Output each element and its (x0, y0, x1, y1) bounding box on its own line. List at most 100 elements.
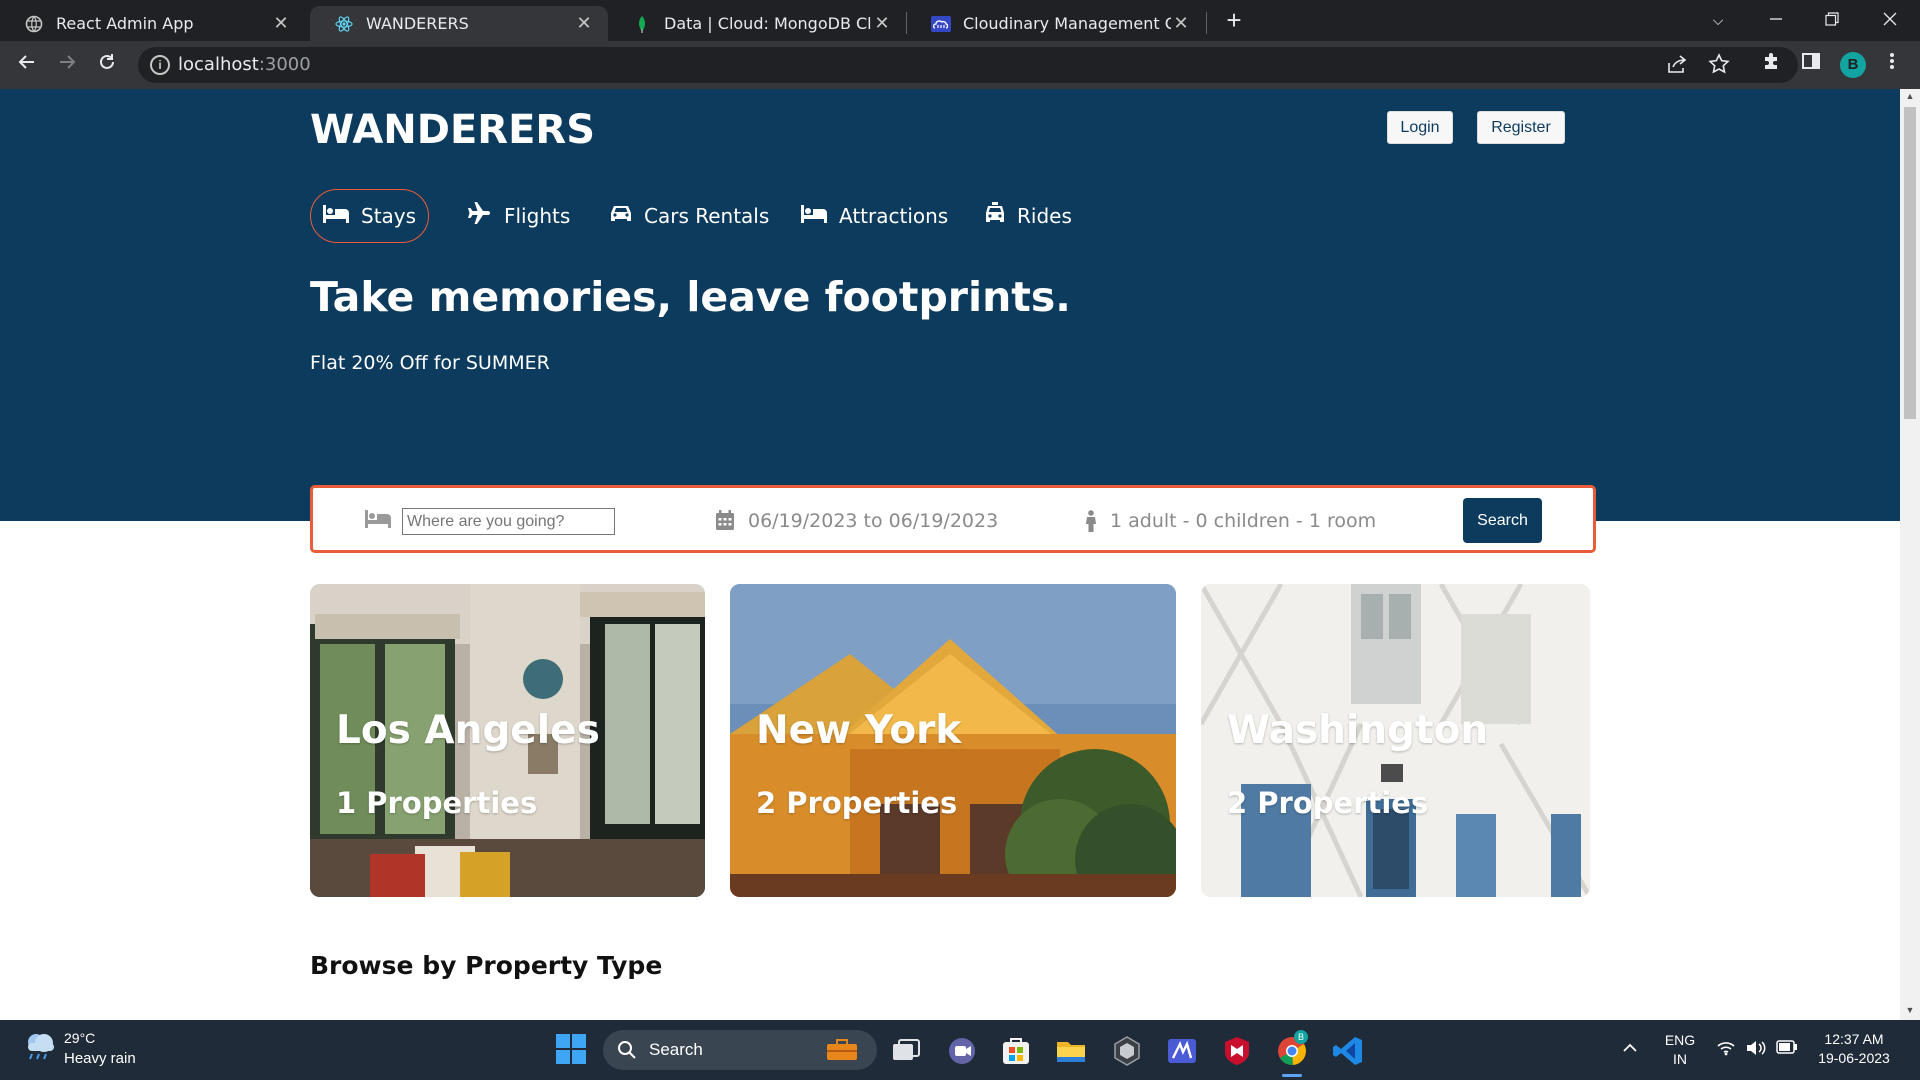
task-view-icon[interactable] (890, 1035, 922, 1067)
chrome-menu-icon[interactable] (1878, 51, 1906, 77)
nav-item-stays[interactable]: Stays (310, 189, 430, 243)
tab-title: Data | Cloud: MongoDB Cloud (664, 14, 872, 33)
mongodb-leaf-icon (632, 14, 652, 34)
search-icon (618, 1041, 636, 1059)
bookmark-star-icon[interactable] (1708, 53, 1730, 81)
wifi-icon[interactable] (1716, 1040, 1736, 1059)
bed-icon (801, 204, 827, 229)
close-tab-icon[interactable]: ✕ (1171, 13, 1191, 34)
share-icon[interactable] (1666, 53, 1688, 81)
side-panel-icon[interactable] (1797, 51, 1825, 77)
vscode-icon[interactable] (1332, 1035, 1364, 1067)
volume-icon[interactable] (1745, 1039, 1767, 1060)
mcafee-icon[interactable] (1221, 1035, 1253, 1067)
clock-date: 19-06-2023 (1818, 1050, 1890, 1066)
clock-time: 12:37 AM (1824, 1031, 1884, 1047)
register-button[interactable]: Register (1477, 111, 1565, 144)
hero-header: WANDERERS Login Register Stays Flights C… (0, 89, 1900, 521)
nav-item-rides[interactable]: Rides (985, 189, 1072, 243)
tab-title: Cloudinary Management Console (963, 14, 1171, 33)
tab-wanderers[interactable]: WANDERERS ✕ (310, 6, 608, 41)
site-logo[interactable]: WANDERERS (310, 107, 595, 153)
browse-by-property-type-heading: Browse by Property Type (310, 951, 663, 980)
file-explorer-icon[interactable] (1055, 1035, 1087, 1067)
scrollbar-thumb[interactable] (1904, 107, 1916, 419)
tray-overflow-chevron-icon[interactable] (1622, 1040, 1638, 1056)
bed-icon (365, 510, 391, 533)
featured-card-washington[interactable]: Washington 2 Properties (1201, 584, 1590, 897)
card-property-count: 2 Properties (1227, 786, 1429, 820)
taskbar-search-box[interactable]: Search (603, 1030, 877, 1070)
tab-react-admin-app[interactable]: React Admin App ✕ (0, 6, 305, 41)
scroll-up-arrow-icon[interactable]: ▲ (1900, 91, 1920, 101)
url-text: localhost:3000 (178, 54, 311, 75)
card-property-count: 1 Properties (336, 786, 538, 820)
tab-title: WANDERERS (366, 14, 469, 33)
taskbar-search-label: Search (649, 1040, 703, 1059)
chrome-profile-badge: B (1294, 1030, 1308, 1044)
microsoft-store-icon[interactable] (1000, 1035, 1032, 1067)
weather-widget[interactable]: 29°C Heavy rain (22, 1030, 136, 1067)
tab-separator (1206, 12, 1207, 34)
profile-avatar[interactable]: B (1840, 52, 1866, 78)
nav-item-label: Cars Rentals (644, 204, 770, 228)
back-arrow-icon[interactable] (12, 50, 42, 80)
car-icon (610, 203, 632, 229)
page-viewport: WANDERERS Login Register Stays Flights C… (0, 89, 1900, 1020)
app-hexagon-icon[interactable] (1111, 1035, 1143, 1067)
close-tab-icon[interactable]: ✕ (574, 13, 594, 34)
nav-item-car-rentals[interactable]: Cars Rentals (610, 189, 769, 243)
tab-mongodb-cloud[interactable]: Data | Cloud: MongoDB Cloud ✕ (608, 6, 906, 41)
login-button[interactable]: Login (1387, 111, 1453, 144)
new-tab-button[interactable]: + (1220, 6, 1248, 36)
windows-taskbar: 29°C Heavy rain Search B ENG IN 12:37 AM… (0, 1020, 1920, 1080)
nav-item-label: Stays (361, 204, 417, 228)
nav-item-label: Flights (504, 204, 571, 228)
language-indicator[interactable]: ENG IN (1662, 1032, 1698, 1067)
browser-tab-strip: React Admin App ✕ WANDERERS ✕ Data | Clo… (0, 0, 1920, 41)
calendar-icon (716, 510, 734, 535)
briefcase-icon (827, 1039, 857, 1060)
search-button[interactable]: Search (1463, 498, 1542, 543)
date-range-picker[interactable]: 06/19/2023 to 06/19/2023 (748, 510, 998, 532)
extensions-puzzle-icon[interactable] (1758, 51, 1786, 77)
restore-button[interactable] (1804, 0, 1860, 41)
ide-app-icon[interactable] (1166, 1035, 1198, 1067)
react-icon (334, 14, 354, 34)
clock[interactable]: 12:37 AM 19-06-2023 (1812, 1031, 1896, 1066)
featured-card-new-york[interactable]: New York 2 Properties (730, 584, 1176, 897)
guests-selector[interactable]: 1 adult - 0 children - 1 room (1110, 510, 1376, 532)
cloudinary-icon (931, 14, 951, 34)
featured-card-los-angeles[interactable]: Los Angeles 1 Properties (310, 584, 705, 897)
search-bar: 06/19/2023 to 06/19/2023 1 adult - 0 chi… (310, 485, 1596, 553)
taxi-icon (985, 202, 1005, 230)
forward-arrow-icon[interactable] (52, 50, 82, 80)
rain-cloud-icon (28, 1034, 54, 1060)
nav-item-attractions[interactable]: Attractions (801, 189, 948, 243)
scroll-down-arrow-icon[interactable]: ▼ (1900, 1005, 1920, 1015)
active-app-indicator (1282, 1074, 1302, 1077)
hero-headline: Take memories, leave footprints. (310, 273, 1071, 321)
tab-search-chevron-icon[interactable]: ⌵ (1690, 0, 1746, 41)
minimize-button[interactable] (1748, 0, 1804, 41)
battery-icon[interactable] (1776, 1040, 1798, 1057)
card-property-count: 2 Properties (756, 786, 958, 820)
bed-icon (323, 204, 349, 229)
teams-chat-icon[interactable] (946, 1035, 978, 1067)
page-scrollbar[interactable]: ▲ ▼ (1900, 89, 1920, 1020)
address-bar[interactable]: i localhost:3000 (138, 47, 1798, 83)
destination-input[interactable] (402, 508, 615, 535)
windows-start-icon[interactable] (555, 1033, 587, 1065)
globe-icon (24, 14, 44, 34)
reload-icon[interactable] (92, 50, 122, 80)
close-tab-icon[interactable]: ✕ (872, 13, 892, 34)
nav-item-flights[interactable]: Flights (468, 189, 570, 243)
site-info-icon[interactable]: i (150, 55, 170, 75)
close-tab-icon[interactable]: ✕ (271, 13, 291, 34)
tab-cloudinary[interactable]: Cloudinary Management Console ✕ (907, 6, 1205, 41)
card-city-name: Washington (1227, 708, 1489, 753)
person-icon (1084, 510, 1098, 537)
browser-toolbar: i localhost:3000 B (0, 41, 1920, 89)
close-window-button[interactable] (1862, 0, 1918, 41)
card-city-name: Los Angeles (336, 708, 600, 753)
